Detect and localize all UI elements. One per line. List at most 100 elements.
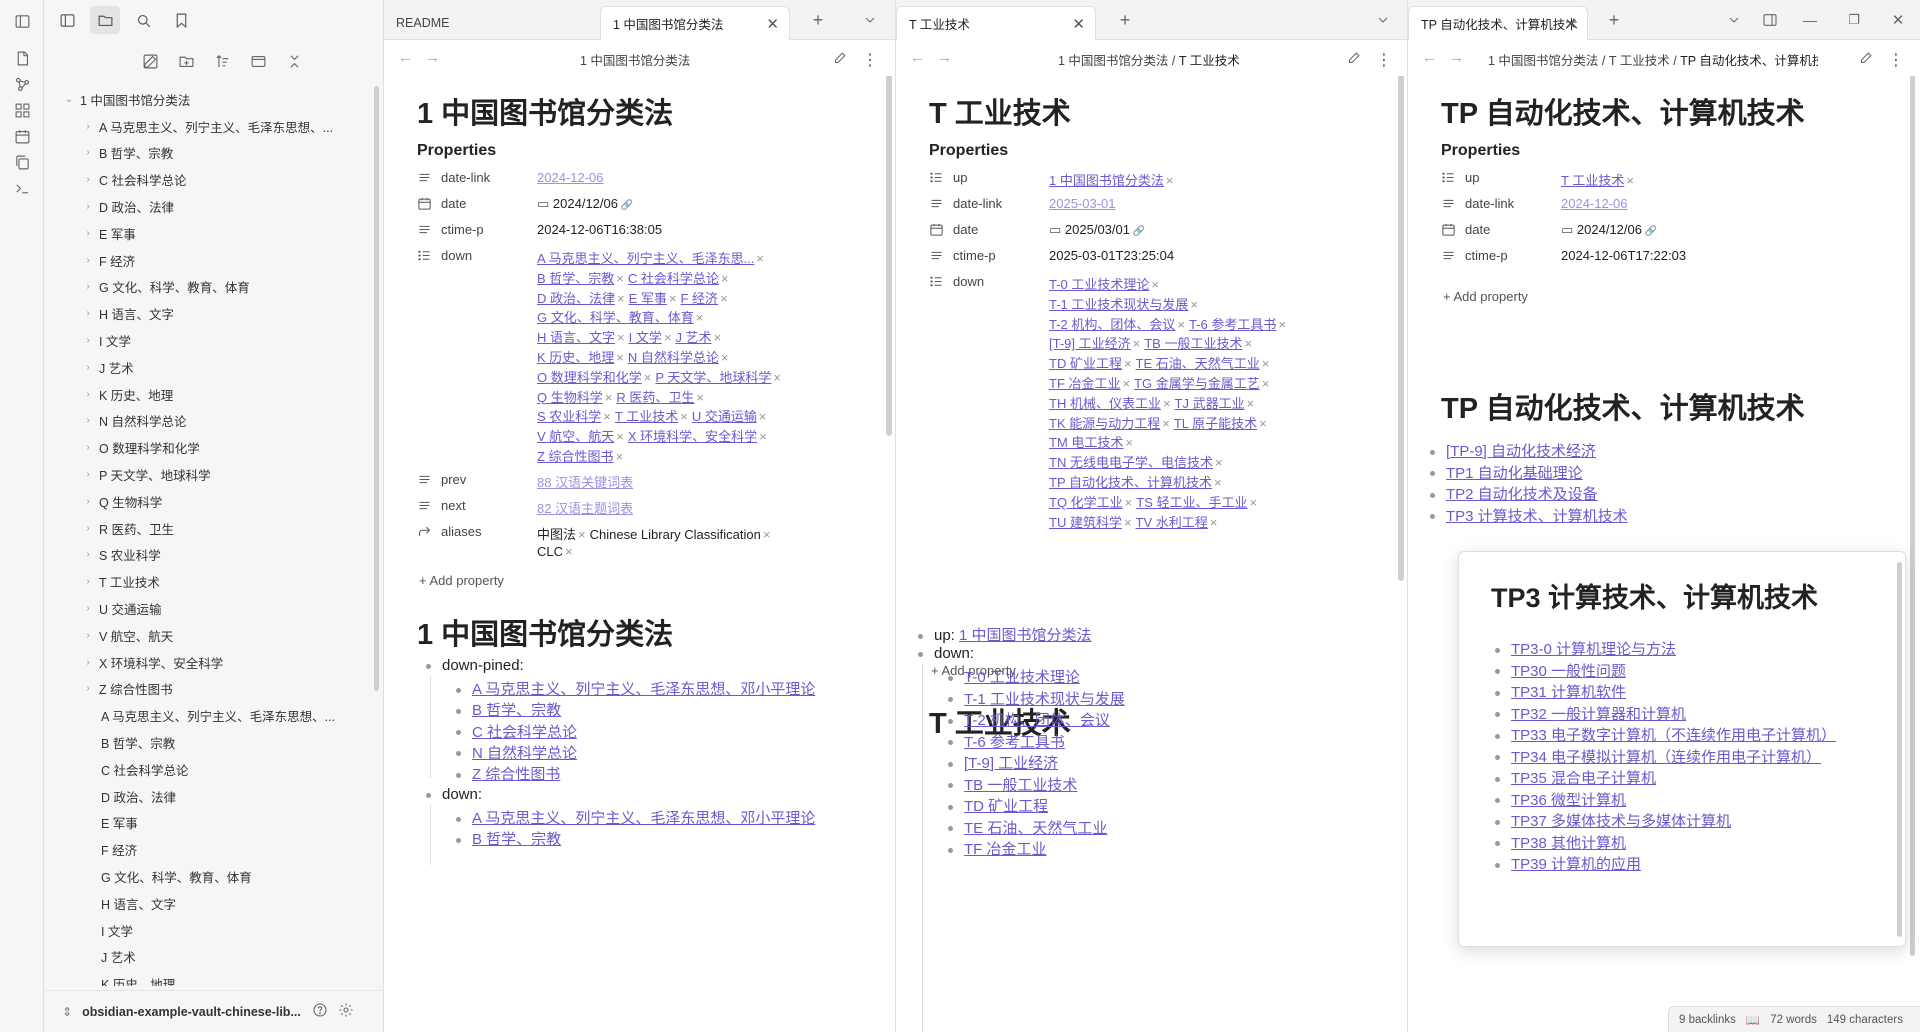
internal-link[interactable]: A 马克思主义、列宁主义、毛泽东思想、邓小平理论 <box>472 810 815 827</box>
internal-link[interactable]: TB 一般工业技术 <box>964 777 1077 794</box>
property-link[interactable]: 2024-12-06 <box>537 170 604 185</box>
tree-folder[interactable]: › S 农业科学 <box>44 542 376 569</box>
list-item[interactable]: TP34 电子模拟计算机（连续作用电子计算机） <box>1495 746 1821 767</box>
property-key[interactable]: ctime-p <box>953 248 996 263</box>
tree-folder[interactable]: › U 交通运输 <box>44 595 376 622</box>
property-value[interactable]: T 工业技术 × <box>1561 170 1638 189</box>
tree-file[interactable]: B 哲学、宗教 <box>44 729 376 756</box>
property-value[interactable]: 2025-03-01 <box>1049 196 1116 211</box>
remove-icon[interactable]: × <box>1626 173 1634 188</box>
remove-icon[interactable]: × <box>1190 297 1198 312</box>
internal-link[interactable]: Z 综合性图书 <box>472 766 560 783</box>
properties-heading[interactable]: Properties <box>1441 142 1520 160</box>
property-link[interactable]: T-1 工业技术现状与发展 <box>1049 297 1188 312</box>
list-item[interactable]: B 哲学、宗教 <box>456 699 561 720</box>
list-item[interactable]: A 马克思主义、列宁主义、毛泽东思想、邓小平理论 <box>456 807 815 828</box>
property-link[interactable]: TG 金属学与金属工艺 <box>1134 376 1260 391</box>
list-item[interactable]: TP33 电子数字计算机（不连续作用电子计算机） <box>1495 724 1836 745</box>
tree-file[interactable]: H 语言、文字 <box>44 890 376 917</box>
breadcrumb-parent[interactable]: 1 中国图书馆分类法 <box>1058 54 1168 68</box>
property-value[interactable]: ▭ 2025/03/01 🔗 <box>1049 222 1145 238</box>
property-link[interactable]: V 航空、航天 <box>537 429 614 444</box>
alias-tag[interactable]: 中图法 <box>537 527 576 542</box>
breadcrumb-parent[interactable]: T 工业技术 <box>1609 54 1670 68</box>
alias-tag[interactable]: CLC <box>537 544 563 559</box>
tree-folder[interactable]: › V 航空、航天 <box>44 622 376 649</box>
remove-icon[interactable]: × <box>1278 317 1286 332</box>
close-tab-icon[interactable]: ✕ <box>766 15 779 33</box>
property-key[interactable]: up <box>1465 170 1479 185</box>
property-link[interactable]: TS 轻工业、手工业 <box>1136 495 1247 510</box>
add-property-button[interactable]: + Add property <box>419 573 504 588</box>
list-item[interactable]: TP3-0 计算机理论与方法 <box>1495 638 1676 659</box>
internal-link[interactable]: C 社会科学总论 <box>472 724 577 741</box>
terminal-icon[interactable] <box>12 178 32 198</box>
tab-readme[interactable]: README <box>384 6 600 40</box>
tab-classification[interactable]: 1 中国图书馆分类法 ✕ <box>600 6 790 40</box>
remove-icon[interactable]: × <box>1151 277 1159 292</box>
internal-link[interactable]: B 哲学、宗教 <box>472 831 561 848</box>
property-key[interactable]: down <box>441 248 472 263</box>
list-item[interactable]: TP2 自动化技术及设备 <box>1430 483 1598 504</box>
property-link[interactable]: T 工业技术 <box>615 409 678 424</box>
auto-reveal-icon[interactable] <box>247 50 269 72</box>
list-item[interactable]: TB 一般工业技术 <box>948 774 1077 795</box>
list-item[interactable]: TP30 一般性问题 <box>1495 660 1626 681</box>
tree-folder[interactable]: › C 社会科学总论 <box>44 166 376 193</box>
tree-folder[interactable]: › Z 综合性图书 <box>44 676 376 703</box>
property-key[interactable]: date <box>1465 222 1490 237</box>
remove-icon[interactable]: × <box>1177 317 1185 332</box>
inline-title[interactable]: TP 自动化技术、计算机技术 <box>1441 90 1805 132</box>
internal-link[interactable]: TP33 电子数字计算机（不连续作用电子计算机） <box>1511 727 1836 744</box>
property-link[interactable]: T-6 参考工具书 <box>1189 317 1276 332</box>
tree-folder[interactable]: › N 自然科学总论 <box>44 408 376 435</box>
tree-folder[interactable]: › X 环境科学、安全科学 <box>44 649 376 676</box>
remove-icon[interactable]: × <box>680 409 688 424</box>
tree-file[interactable]: K 历史、地理 <box>44 970 376 986</box>
tab-industrial-tech[interactable]: T 工业技术 ✕ <box>896 6 1096 40</box>
property-link[interactable]: K 历史、地理 <box>537 350 614 365</box>
tree-folder[interactable]: › Q 生物科学 <box>44 488 376 515</box>
list-item[interactable]: [TP-9] 自动化技术经济 <box>1430 440 1596 461</box>
list-item[interactable]: TP38 其他计算机 <box>1495 832 1626 853</box>
help-icon[interactable] <box>312 1002 328 1021</box>
edit-pencil-icon[interactable] <box>1347 50 1365 68</box>
property-link[interactable]: Z 综合性图书 <box>537 449 614 464</box>
internal-link[interactable]: T-2 机构、团体、会议 <box>964 712 1110 729</box>
property-key[interactable]: ctime-p <box>1465 248 1508 263</box>
property-link[interactable]: 2024-12-06 <box>1561 196 1628 211</box>
property-link[interactable]: I 文学 <box>629 330 662 345</box>
internal-link[interactable]: TP38 其他计算机 <box>1511 835 1626 852</box>
remove-icon[interactable]: × <box>763 527 771 542</box>
property-link[interactable]: A 马克思主义、列宁主义、毛泽东思... <box>537 251 754 266</box>
property-link[interactable]: G 文化、科学、教育、体育 <box>537 310 694 325</box>
properties-heading[interactable]: Properties <box>417 142 496 160</box>
remove-icon[interactable]: × <box>696 310 704 325</box>
property-link[interactable]: T 工业技术 <box>1561 173 1624 188</box>
list-item[interactable]: T-1 工业技术现状与发展 <box>948 688 1125 709</box>
remove-icon[interactable]: × <box>1244 336 1252 351</box>
sidebar-scrollbar[interactable] <box>374 86 379 691</box>
property-key[interactable]: prev <box>441 472 466 487</box>
property-link[interactable]: E 军事 <box>629 291 667 306</box>
pane2-scrollbar[interactable] <box>1398 76 1404 581</box>
list-item[interactable]: TP37 多媒体技术与多媒体计算机 <box>1495 810 1731 831</box>
vault-switcher[interactable]: ⇕ obsidian-example-vault-chinese-lib... <box>44 990 384 1032</box>
list-item[interactable]: C 社会科学总论 <box>456 721 577 742</box>
sort-icon[interactable] <box>211 50 233 72</box>
back-forward-icons[interactable]: ←→ <box>1422 49 1476 66</box>
property-link[interactable]: TU 建筑科学 <box>1049 515 1122 530</box>
property-link[interactable]: N 自然科学总论 <box>628 350 719 365</box>
tree-file[interactable]: J 艺术 <box>44 944 376 971</box>
new-folder-icon[interactable] <box>175 50 197 72</box>
remove-icon[interactable]: × <box>1125 495 1133 510</box>
tab-automation-tech[interactable]: TP 自动化技术、计算机技术 ✕ <box>1408 6 1588 40</box>
new-tab-icon[interactable]: + <box>1115 10 1135 30</box>
property-link[interactable]: J 艺术 <box>675 330 711 345</box>
remove-icon[interactable]: × <box>1162 416 1170 431</box>
list-item[interactable]: [T-9] 工业经济 <box>948 752 1058 773</box>
internal-link[interactable]: N 自然科学总论 <box>472 745 577 762</box>
property-link[interactable]: C 社会科学总论 <box>628 271 719 286</box>
daily-note-icon[interactable] <box>12 126 32 146</box>
property-link[interactable]: TB 一般工业技术 <box>1144 336 1242 351</box>
